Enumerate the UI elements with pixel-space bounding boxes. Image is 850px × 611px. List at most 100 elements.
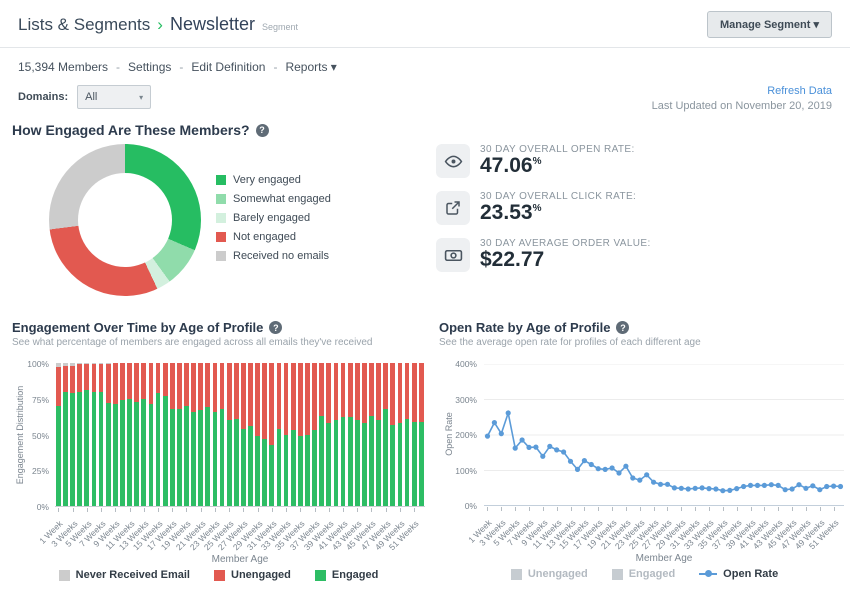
data-point xyxy=(568,459,573,464)
bar-segment xyxy=(134,402,139,506)
legend-item[interactable]: Unengaged xyxy=(214,569,291,581)
data-point xyxy=(734,486,739,491)
bar-segment xyxy=(99,364,104,391)
axis-tick xyxy=(300,508,301,512)
bar-segment xyxy=(99,363,104,364)
chart-legend: Unengaged Engaged Open Rate xyxy=(439,568,850,580)
legend-item[interactable]: Barely engaged xyxy=(216,212,331,224)
chart-title: Engagement Over Time by Age of Profile xyxy=(12,320,263,335)
bar-segment xyxy=(291,363,296,430)
legend-swatch xyxy=(511,569,522,580)
bar-segment xyxy=(298,436,303,506)
data-point xyxy=(658,482,663,487)
help-icon[interactable]: ? xyxy=(256,124,269,137)
axis-tick xyxy=(58,508,59,512)
bar-segment xyxy=(84,364,89,390)
legend-item[interactable]: Received no emails xyxy=(216,250,331,262)
bar-segment xyxy=(77,364,82,391)
axis-tick xyxy=(612,507,613,511)
axis-tick xyxy=(723,507,724,511)
axis-tick xyxy=(667,507,668,511)
axis-tick xyxy=(286,508,287,512)
bar-segment xyxy=(141,363,146,399)
bar-segment xyxy=(149,404,154,506)
axis-tick xyxy=(515,507,516,511)
legend-item[interactable]: Engaged xyxy=(315,569,378,581)
axis-tick xyxy=(414,508,415,512)
bar-segment xyxy=(127,399,132,506)
bar-segment xyxy=(56,363,61,367)
y-axis-tick-label: 0% xyxy=(19,502,49,512)
bar-segment xyxy=(120,363,125,400)
y-axis-tick-label: 0% xyxy=(447,501,477,511)
bar-segment xyxy=(70,393,75,506)
data-point xyxy=(693,486,698,491)
data-point xyxy=(561,449,566,454)
legend-item[interactable]: Open Rate xyxy=(699,568,778,580)
refresh-data-link[interactable]: Refresh Data xyxy=(652,85,832,97)
line-plot-area xyxy=(484,364,844,506)
bar-segment xyxy=(156,393,161,506)
bar-segment xyxy=(77,363,82,364)
reports-menu[interactable]: Reports ▾ xyxy=(285,60,336,74)
axis-tick xyxy=(654,507,655,511)
data-point xyxy=(783,487,788,492)
legend-item[interactable]: Not engaged xyxy=(216,231,331,243)
axis-tick xyxy=(598,507,599,511)
bar-segment xyxy=(205,363,210,407)
manage-segment-button[interactable]: Manage Segment ▾ xyxy=(707,11,832,38)
axis-tick xyxy=(571,507,572,511)
bar-segment xyxy=(92,392,97,506)
bar-segment xyxy=(84,363,89,364)
settings-link[interactable]: Settings xyxy=(128,60,171,74)
eye-icon xyxy=(436,144,470,178)
help-icon[interactable]: ? xyxy=(616,321,629,334)
bar-segment xyxy=(170,409,175,506)
donut-hole xyxy=(78,173,172,267)
bar-segment xyxy=(419,363,424,422)
legend-label: Unengaged xyxy=(231,569,291,581)
bar-segment xyxy=(213,363,218,412)
open-rate-stat: 30 DAY OVERALL OPEN RATE: 47.06% xyxy=(436,144,651,178)
legend-item[interactable]: Engaged xyxy=(612,568,675,580)
data-point xyxy=(630,475,635,480)
stat-value: 47.06% xyxy=(480,155,635,177)
data-point xyxy=(720,488,725,493)
edit-definition-link[interactable]: Edit Definition xyxy=(191,60,265,74)
data-point xyxy=(803,486,808,491)
legend-item[interactable]: Very engaged xyxy=(216,174,331,186)
bar-segment xyxy=(227,420,232,506)
bar-segment xyxy=(355,420,360,506)
axis-tick xyxy=(272,508,273,512)
bar-segment xyxy=(369,363,374,416)
breadcrumb-lists-segments-link[interactable]: Lists & Segments xyxy=(18,15,150,35)
bar-segment xyxy=(412,363,417,422)
y-axis-tick-label: 100% xyxy=(19,359,49,369)
data-point xyxy=(700,485,705,490)
data-point xyxy=(651,480,656,485)
y-axis-title: Engagement Distribution xyxy=(15,375,25,495)
bar-segment xyxy=(412,422,417,506)
bar-segment xyxy=(269,363,274,445)
bar-segment xyxy=(262,439,267,506)
axis-tick xyxy=(258,508,259,512)
external-link-icon xyxy=(436,191,470,225)
bar-segment xyxy=(319,416,324,506)
legend-label: Received no emails xyxy=(233,250,329,262)
bar-segment xyxy=(113,363,118,404)
legend-item[interactable]: Never Received Email xyxy=(59,569,190,581)
legend-item[interactable]: Unengaged xyxy=(511,568,588,580)
data-point xyxy=(824,484,829,489)
segment-subnav: 15,394 Members - Settings - Edit Definit… xyxy=(0,48,850,74)
bar-segment xyxy=(248,363,253,426)
legend-item[interactable]: Somewhat engaged xyxy=(216,193,331,205)
help-icon[interactable]: ? xyxy=(269,321,282,334)
bar-segment xyxy=(198,410,203,506)
data-point xyxy=(665,482,670,487)
axis-tick xyxy=(640,507,641,511)
chart-subtitle: See the average open rate for profiles o… xyxy=(439,337,850,348)
domains-select[interactable]: All ▾ xyxy=(77,85,151,109)
order-value-stat: 30 DAY AVERAGE ORDER VALUE: $22.77 xyxy=(436,238,651,272)
data-point xyxy=(644,472,649,477)
legend-label: Very engaged xyxy=(233,174,301,186)
